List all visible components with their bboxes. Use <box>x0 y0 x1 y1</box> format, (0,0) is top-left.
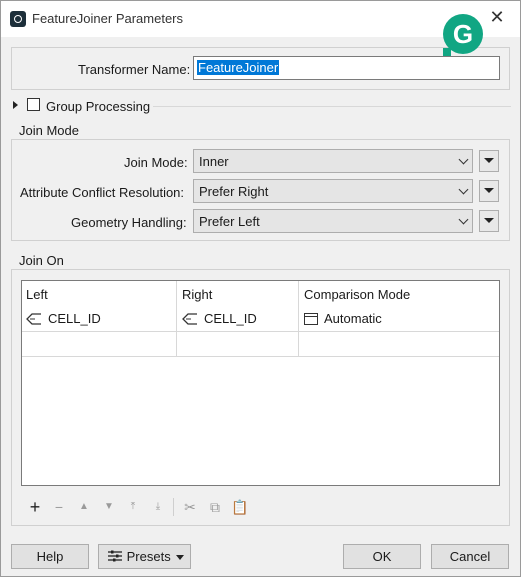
transformer-name-input[interactable]: FeatureJoiner <box>193 56 500 80</box>
presets-sliders-icon <box>108 550 122 562</box>
column-header-right[interactable]: Right <box>182 287 212 302</box>
window-icon <box>304 312 318 325</box>
cancel-button-label: Cancel <box>449 549 491 564</box>
row-divider <box>22 356 499 357</box>
presets-dropdown-icon <box>176 555 184 560</box>
chevron-down-icon <box>458 154 469 165</box>
conflict-resolution-label: Attribute Conflict Resolution: <box>20 185 185 200</box>
column-header-comparison-mode[interactable]: Comparison Mode <box>304 287 410 302</box>
copy-icon[interactable]: ⧉ <box>205 498 225 516</box>
column-header-left[interactable]: Left <box>26 287 48 302</box>
attribute-icon <box>26 312 41 325</box>
join-mode-value: Inner <box>199 154 229 169</box>
transformer-name-value: FeatureJoiner <box>197 60 280 75</box>
help-button[interactable]: Help <box>11 544 89 569</box>
left-attribute-value: CELL_ID <box>48 311 101 326</box>
comparison-mode-value: Automatic <box>324 311 382 326</box>
move-top-icon[interactable]: ⤒ <box>123 498 143 516</box>
table-cell-right[interactable]: CELL_ID <box>182 311 257 326</box>
conflict-resolution-select[interactable]: Prefer Right <box>193 179 473 203</box>
column-divider <box>176 281 177 357</box>
group-processing-divider <box>153 106 511 107</box>
geometry-handling-select[interactable]: Prefer Left <box>193 209 473 233</box>
table-cell-left[interactable]: CELL_ID <box>26 311 101 326</box>
column-divider <box>298 281 299 357</box>
join-on-section-title: Join On <box>19 253 64 268</box>
window-title: FeatureJoiner Parameters <box>32 11 184 26</box>
group-processing-label: Group Processing <box>46 99 151 114</box>
expand-arrow-icon[interactable] <box>13 101 18 109</box>
presets-button-label: Presets <box>126 549 171 564</box>
help-button-label: Help <box>36 549 64 564</box>
toolbar-divider <box>173 498 174 516</box>
chevron-down-icon <box>458 214 469 225</box>
move-up-icon[interactable]: ▲ <box>74 498 94 516</box>
fme-app-icon <box>10 11 26 27</box>
ok-button-label: OK <box>372 549 392 564</box>
join-mode-select[interactable]: Inner <box>193 149 473 173</box>
right-attribute-value: CELL_ID <box>204 311 257 326</box>
group-processing-checkbox[interactable] <box>27 98 40 111</box>
transformer-name-label: Transformer Name: <box>78 62 191 77</box>
move-bottom-icon[interactable]: ⤓ <box>148 498 168 516</box>
move-down-icon[interactable]: ▼ <box>99 498 119 516</box>
chevron-down-icon <box>458 184 469 195</box>
table-cell-comparison-mode[interactable]: Automatic <box>304 311 382 326</box>
cancel-button[interactable]: Cancel <box>431 544 509 569</box>
presets-button[interactable]: Presets <box>98 544 191 569</box>
geometry-handling-label: Geometry Handling: <box>71 215 187 230</box>
geometry-handling-menu-button[interactable] <box>479 210 499 232</box>
grammarly-icon[interactable]: G <box>443 14 483 56</box>
feature-joiner-dialog: FeatureJoiner Parameters ✕ Transformer N… <box>0 0 521 577</box>
attribute-icon <box>182 312 197 325</box>
join-on-table[interactable]: Left Right Comparison Mode CELL_ID CELL_… <box>21 280 500 486</box>
join-mode-label: Join Mode: <box>124 155 188 170</box>
plus-icon[interactable]: + <box>25 498 45 516</box>
cut-icon[interactable]: ✂ <box>180 498 200 516</box>
conflict-resolution-menu-button[interactable] <box>479 180 499 202</box>
minus-icon[interactable]: − <box>49 498 69 516</box>
close-icon[interactable]: ✕ <box>488 7 506 27</box>
row-divider <box>22 331 499 332</box>
conflict-resolution-value: Prefer Right <box>199 184 269 199</box>
join-mode-section-title: Join Mode <box>19 123 79 138</box>
join-mode-menu-button[interactable] <box>479 150 499 172</box>
ok-button[interactable]: OK <box>343 544 421 569</box>
geometry-handling-value: Prefer Left <box>199 214 260 229</box>
paste-icon[interactable]: 📋 <box>230 498 250 516</box>
